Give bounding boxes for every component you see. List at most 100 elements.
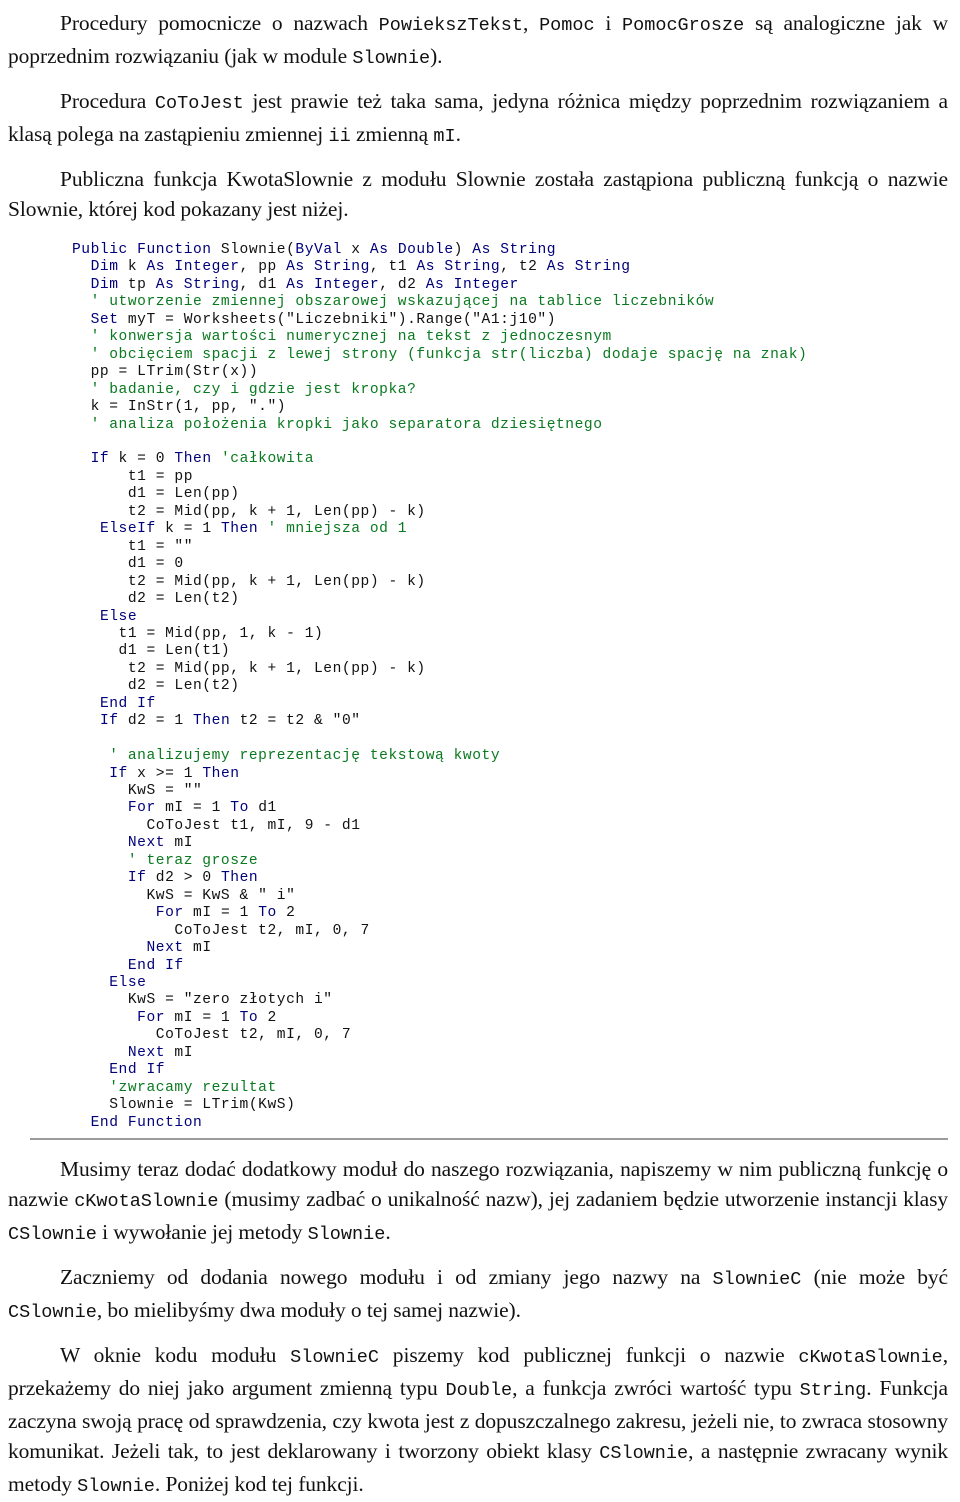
paragraph-text: , bo mielibyśmy dwa moduły o tej samej n… xyxy=(96,1298,521,1323)
code-token-idn xyxy=(72,1010,137,1026)
code-token-idn xyxy=(72,521,100,537)
code-token-kw: To xyxy=(258,905,277,922)
code-token-idn: mI = 1 xyxy=(165,1009,240,1026)
code-line: t1 = Mid(pp, 1, k - 1) xyxy=(72,626,948,643)
code-line: For mI = 1 To 2 xyxy=(72,905,948,922)
code-token-idn: k xyxy=(118,259,147,276)
code-token-idn: mI = 1 xyxy=(183,905,259,922)
code-token-kw: Set xyxy=(90,311,119,328)
code-token-idn: d1 = 0 xyxy=(72,556,184,573)
code-line: If d2 > 0 Then xyxy=(72,870,948,887)
code-token-idn: KwS = "" xyxy=(72,783,203,800)
code-token-idn: d2 = 1 xyxy=(118,713,194,730)
code-token-kw: Next xyxy=(146,940,184,957)
inline-code: CSlownie xyxy=(8,1224,97,1246)
inline-code: mI xyxy=(433,126,456,147)
code-token-idn: k = 0 xyxy=(109,451,175,468)
code-line: pp = LTrim(Str(x)) xyxy=(72,364,948,381)
code-token-idn: 2 xyxy=(258,1009,277,1026)
code-token-idn: CoToJest t2, mI, 0, 7 xyxy=(72,922,370,939)
code-token-idn: x xyxy=(341,242,370,258)
code-token-idn: myT = Worksheets("Liczebniki").Range("A1… xyxy=(118,311,557,328)
code-token-idn: k = 1 xyxy=(155,521,221,538)
code-token-cmt: 'zwracamy rezultat xyxy=(72,1079,277,1096)
code-line: Else xyxy=(72,609,948,626)
code-token-idn: KwS = KwS & " i" xyxy=(72,887,296,904)
code-line: Else xyxy=(72,975,948,992)
inline-code: PomocGrosze xyxy=(622,15,745,36)
code-token-idn: mI xyxy=(165,1044,194,1061)
paragraph-text: piszemy kod publicznej funkcji o nazwie xyxy=(378,1343,799,1368)
inline-code: CSlownie xyxy=(599,1443,689,1465)
code-token-kw: As String xyxy=(472,242,557,258)
para-1: Procedury pomocnicze o nazwach PowiekszT… xyxy=(0,8,960,74)
inline-code: String xyxy=(799,1380,867,1402)
code-line: CoToJest t2, mI, 0, 7 xyxy=(72,1027,948,1044)
para-3: Publiczna funkcja KwotaSlownie z modułu … xyxy=(0,164,960,224)
code-token-idn xyxy=(72,1045,128,1061)
code-token-kw: Public Function xyxy=(72,242,212,258)
code-token-idn: d1 xyxy=(248,800,277,817)
code-token-idn: mI xyxy=(183,940,212,957)
code-line: KwS = "" xyxy=(72,783,948,800)
code-token-kw: As Integer xyxy=(286,276,380,293)
code-token-idn xyxy=(72,975,109,991)
code-token-idn: ) xyxy=(453,242,473,258)
code-line: d2 = Len(t2) xyxy=(72,678,948,695)
code-token-idn xyxy=(72,800,128,816)
code-token-kw: End If xyxy=(99,695,156,712)
code-token-kw: For xyxy=(155,905,184,922)
code-line: ' obcięciem spacji z lewej strony (funkc… xyxy=(72,347,948,364)
code-token-idn: k = InStr(1, pp, ".") xyxy=(72,399,287,416)
code-line: Slownie = LTrim(KwS) xyxy=(72,1097,948,1114)
code-line: Dim k As Integer, pp As String, t1 As St… xyxy=(72,259,948,276)
code-line: Dim tp As String, d1 As Integer, d2 As I… xyxy=(72,277,948,294)
para-2: Procedura CoToJest jest prawie też taka … xyxy=(0,86,960,152)
inline-code: SlownieC xyxy=(290,1347,379,1369)
paragraph-text: W oknie kodu modułu xyxy=(60,1343,291,1368)
code-token-kw: To xyxy=(239,1009,259,1026)
code-token-idn: Slownie = LTrim(KwS) xyxy=(72,1097,296,1114)
code-token-cmt: ' teraz grosze xyxy=(72,852,259,869)
code-line: End If xyxy=(72,696,948,713)
paragraphs-before-code: Procedury pomocnicze o nazwach PowiekszT… xyxy=(0,8,960,224)
code-token-idn: , pp xyxy=(239,259,287,276)
code-token-idn: mI = 1 xyxy=(155,800,231,817)
code-token-idn xyxy=(72,766,109,782)
code-token-idn: d1 = Len(pp) xyxy=(72,486,240,503)
paragraph-text: Procedura xyxy=(60,89,155,113)
code-token-kw: As String xyxy=(286,259,370,276)
paragraphs-after-code: Musimy teraz dodać dodatkowy moduł do na… xyxy=(0,1154,960,1502)
paragraph-text: i xyxy=(594,11,623,35)
document-page: Procedury pomocnicze o nazwach PowiekszT… xyxy=(0,0,960,1497)
inline-code: ii xyxy=(328,126,351,147)
inline-code: Slownie xyxy=(307,1224,386,1246)
code-token-kw: Else xyxy=(109,975,147,991)
code-block-slownie: Public Function Slownie(ByVal x As Doubl… xyxy=(30,242,948,1141)
code-line: If x >= 1 Then xyxy=(72,766,948,783)
paragraph-text: zmienną xyxy=(350,122,434,146)
code-token-kw: Then xyxy=(193,713,231,730)
code-token-idn: t1 = "" xyxy=(72,538,193,555)
code-token-idn: t2 = Mid(pp, k + 1, Len(pp) - k) xyxy=(72,573,426,590)
code-token-idn xyxy=(72,940,146,956)
paragraph-text: . xyxy=(385,1220,391,1245)
code-token-idn: d2 = Len(t2) xyxy=(72,591,240,608)
code-token-kw: Then xyxy=(220,870,259,887)
code-token-kw: If xyxy=(127,870,147,887)
paragraph-text: i wywołanie jej metody xyxy=(96,1220,308,1245)
code-token-idn xyxy=(72,905,156,921)
top-spacer xyxy=(0,0,960,8)
code-line: Set myT = Worksheets("Liczebniki").Range… xyxy=(72,312,948,329)
code-line: CoToJest t2, mI, 0, 7 xyxy=(72,923,948,940)
code-token-kw: If xyxy=(99,713,119,730)
code-token-idn: t2 = Mid(pp, k + 1, Len(pp) - k) xyxy=(72,660,426,677)
code-line: Next mI xyxy=(72,1045,948,1062)
code-token-kw: Then xyxy=(174,451,212,468)
code-token-idn: , d2 xyxy=(379,276,426,293)
para-6: W oknie kodu modułu SlownieC piszemy kod… xyxy=(0,1340,960,1502)
code-token-kw: Next xyxy=(127,835,166,852)
paragraph-text: , xyxy=(522,11,540,35)
code-token-idn xyxy=(72,1062,109,1078)
